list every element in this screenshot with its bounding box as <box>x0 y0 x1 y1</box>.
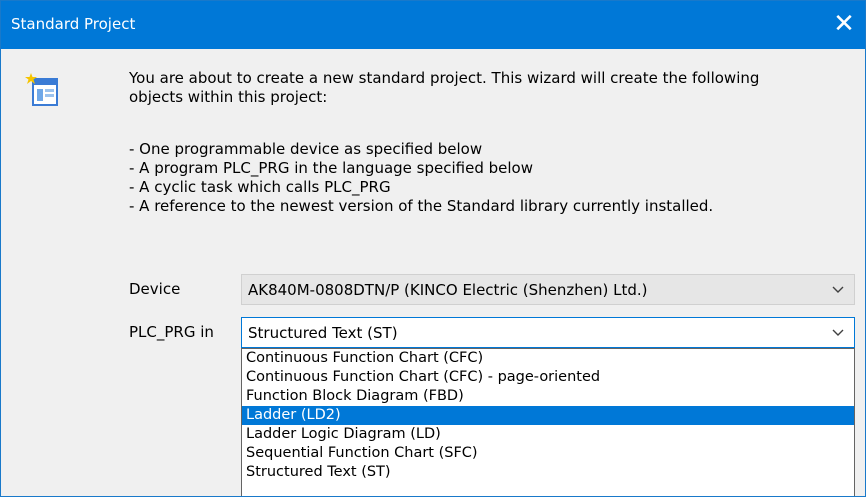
window-title: Standard Project <box>11 15 136 33</box>
bullet-library: - A reference to the newest version of t… <box>129 197 714 215</box>
bullet-task: - A cyclic task which calls PLC_PRG <box>129 178 391 196</box>
language-option[interactable]: Continuous Function Chart (CFC) <box>242 349 854 368</box>
language-dropdown-list: Continuous Function Chart (CFC) Continuo… <box>241 348 855 496</box>
language-option[interactable]: Continuous Function Chart (CFC) - page-o… <box>242 368 854 387</box>
language-option[interactable]: Ladder Logic Diagram (LD) <box>242 425 854 444</box>
device-value: AK840M-0808DTN/P (KINCO Electric (Shenzh… <box>248 281 648 299</box>
standard-project-dialog: Standard Project ✕ You are about to crea… <box>0 0 866 497</box>
language-value: Structured Text (ST) <box>248 324 398 342</box>
bullet-device: - One programmable device as specified b… <box>129 140 483 158</box>
wizard-icon <box>25 73 58 106</box>
language-option[interactable]: Function Block Diagram (FBD) <box>242 387 854 406</box>
chevron-down-icon <box>832 329 844 336</box>
language-select[interactable]: Structured Text (ST) <box>241 317 855 348</box>
device-select[interactable]: AK840M-0808DTN/P (KINCO Electric (Shenzh… <box>241 274 855 305</box>
bullet-list: - One programmable device as specified b… <box>129 140 713 216</box>
title-bar: Standard Project ✕ <box>1 1 865 49</box>
intro-text: You are about to create a new standard p… <box>129 69 760 106</box>
bullet-program: - A program PLC_PRG in the language spec… <box>129 159 533 177</box>
language-option-highlighted[interactable]: Ladder (LD2) <box>242 406 854 425</box>
language-option[interactable]: Sequential Function Chart (SFC) <box>242 444 854 463</box>
language-option[interactable]: Structured Text (ST) <box>242 463 854 482</box>
chevron-down-icon <box>832 286 844 293</box>
close-icon[interactable]: ✕ <box>829 9 859 39</box>
plc-prg-label: PLC_PRG in <box>129 323 214 341</box>
device-label: Device <box>129 280 181 298</box>
